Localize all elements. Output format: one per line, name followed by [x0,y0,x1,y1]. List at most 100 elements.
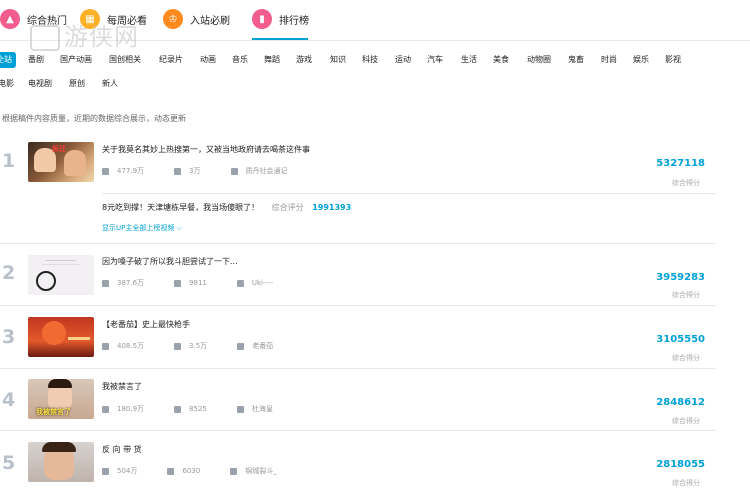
danmaku-count: 3.5万 [189,342,208,350]
category-entertainment[interactable]: 娱乐 [629,52,653,68]
category-dance[interactable]: 舞蹈 [260,52,284,68]
play-icon [102,467,109,475]
ranking-item: 5 反 向 带 货 504万 6030 锦城裂斗_ 2818055 综合得分 [0,431,716,495]
score-value: 3105550 [656,334,705,345]
play-icon [102,279,109,287]
score-value: 3959283 [656,272,705,283]
tab-ranking-label: 排行榜 [279,15,309,27]
category-car[interactable]: 汽车 [423,52,447,68]
video-stats: 477.9万 3万 质丹社会通记 [102,166,288,176]
category-film-tv[interactable]: 影视 [661,52,685,68]
uploader-name[interactable]: 质丹社会通记 [246,166,288,176]
sub-ranking-item: 8元吃到撑！天津塘栋早餐，我当场傻眼了！ 综合评分 1991393 [102,202,351,213]
score-label: 综合得分 [672,354,700,362]
play-icon [102,342,109,350]
uploader-icon [230,467,238,475]
category-bangumi[interactable]: 番剧 [24,52,48,68]
score-label: 综合得分 [672,479,700,487]
score-value: 2818055 [656,459,705,470]
video-stats: 387.6万 9811 Uki---- [102,278,273,288]
active-tab-indicator [252,38,308,40]
score-label: 综合得分 [672,179,700,187]
category-fashion[interactable]: 时尚 [597,52,621,68]
video-stats: 504万 6030 锦城裂斗_ [102,466,277,476]
chevron-down-icon: ⌵ [176,224,182,232]
play-icon [102,405,109,413]
danmaku-icon [174,405,182,413]
category-movie[interactable]: 电影 [0,76,18,92]
video-title[interactable]: 因为嗓子破了所以我斗胆尝试了一下... [102,256,238,267]
category-life[interactable]: 生活 [457,52,481,68]
view-count: 408.5万 [117,342,145,350]
sub-score-value: 1991393 [312,203,352,212]
watermark: 游侠网 [30,17,139,52]
danmaku-count: 9811 [189,279,207,287]
category-animation[interactable]: 动画 [196,52,220,68]
ranking-item: 2 因为嗓子破了所以我斗胆尝试了一下... 387.6万 9811 Uki---… [0,244,716,306]
video-title[interactable]: 【老番茄】史上最快枪手 [102,319,190,330]
category-food[interactable]: 美食 [489,52,513,68]
category-kichiku[interactable]: 鬼畜 [564,52,588,68]
tab-ranking[interactable]: ▮ 排行榜 [252,7,309,31]
rank-number: 5 [2,452,16,474]
score-value: 2848612 [656,397,705,408]
category-newcomer[interactable]: 新人 [98,76,122,92]
watermark-logo-icon [30,25,60,51]
uploader-icon [236,405,244,413]
uploader-name[interactable]: 杜海皇 [252,404,273,414]
video-thumbnail[interactable] [28,317,94,357]
category-game[interactable]: 游戏 [292,52,316,68]
rank-number: 4 [2,389,16,411]
view-count: 477.9万 [117,167,145,175]
danmaku-icon [174,342,182,350]
score-label: 综合得分 [672,417,700,425]
medal-icon: ♔ [163,9,183,29]
video-thumbnail[interactable]: 拆迁 [28,142,94,182]
uploader-icon [236,279,244,287]
category-documentary[interactable]: 纪录片 [155,52,187,68]
ranking-note: 根据稿件内容质量，近期的数据综合展示，动态更新 [2,114,186,123]
fire-icon: ▲ [0,9,20,29]
view-count: 504万 [117,467,138,475]
danmaku-count: 8525 [189,405,207,413]
video-title[interactable]: 我被禁言了 [102,381,142,392]
video-thumbnail[interactable] [28,442,94,482]
category-knowledge[interactable]: 知识 [326,52,350,68]
sub-score-label: 综合评分 [271,203,304,212]
view-count: 180.9万 [117,405,145,413]
category-sports[interactable]: 运动 [391,52,415,68]
video-stats: 408.5万 3.5万 老番茄 [102,341,273,351]
danmaku-count: 6030 [182,467,201,475]
rank-number: 2 [2,262,16,284]
danmaku-icon [174,167,182,175]
tab-must-watch[interactable]: ♔ 入站必刷 [163,7,230,31]
uploader-icon [237,342,245,350]
video-thumbnail[interactable] [28,255,94,295]
sub-video-title[interactable]: 8元吃到撑！天津塘栋早餐，我当场傻眼了！ [102,203,259,212]
video-title[interactable]: 关于我莫名其妙上热搜第一，又被当地政府请去喝茶这件事 [102,144,310,155]
uploader-name[interactable]: 老番茄 [252,341,273,351]
category-tv-series[interactable]: 电视剧 [24,76,56,92]
video-stats: 180.9万 8525 杜海皇 [102,404,273,414]
danmaku-count: 3万 [189,167,201,175]
play-icon [102,167,109,175]
category-original[interactable]: 原创 [65,76,89,92]
category-animals[interactable]: 动物圈 [523,52,555,68]
show-all-videos-link[interactable]: 显示UP主全部上榜视频 ⌵ [102,223,182,233]
uploader-name[interactable]: 锦城裂斗_ [245,466,277,476]
video-title[interactable]: 反 向 带 货 [102,444,142,455]
category-music[interactable]: 音乐 [228,52,252,68]
uploader-name[interactable]: Uki---- [252,279,273,287]
video-thumbnail[interactable]: 我被禁言了 [28,379,94,419]
category-guochuang-related[interactable]: 国创相关 [105,52,145,68]
category-all[interactable]: 全站 [0,52,16,68]
category-tech[interactable]: 科技 [358,52,382,68]
view-count: 387.6万 [117,279,145,287]
tab-must-watch-label: 入站必刷 [190,15,230,27]
ranking-icon: ▮ [252,9,272,29]
category-guochuang[interactable]: 国产动画 [56,52,96,68]
ranking-item: 1 拆迁 关于我莫名其妙上热搜第一，又被当地政府请去喝茶这件事 477.9万 3… [0,135,716,193]
rank-number: 1 [2,150,16,172]
score-value: 5327118 [656,158,705,169]
ranking-item: 3 【老番茄】史上最快枪手 408.5万 3.5万 老番茄 3105550 综合… [0,306,716,369]
